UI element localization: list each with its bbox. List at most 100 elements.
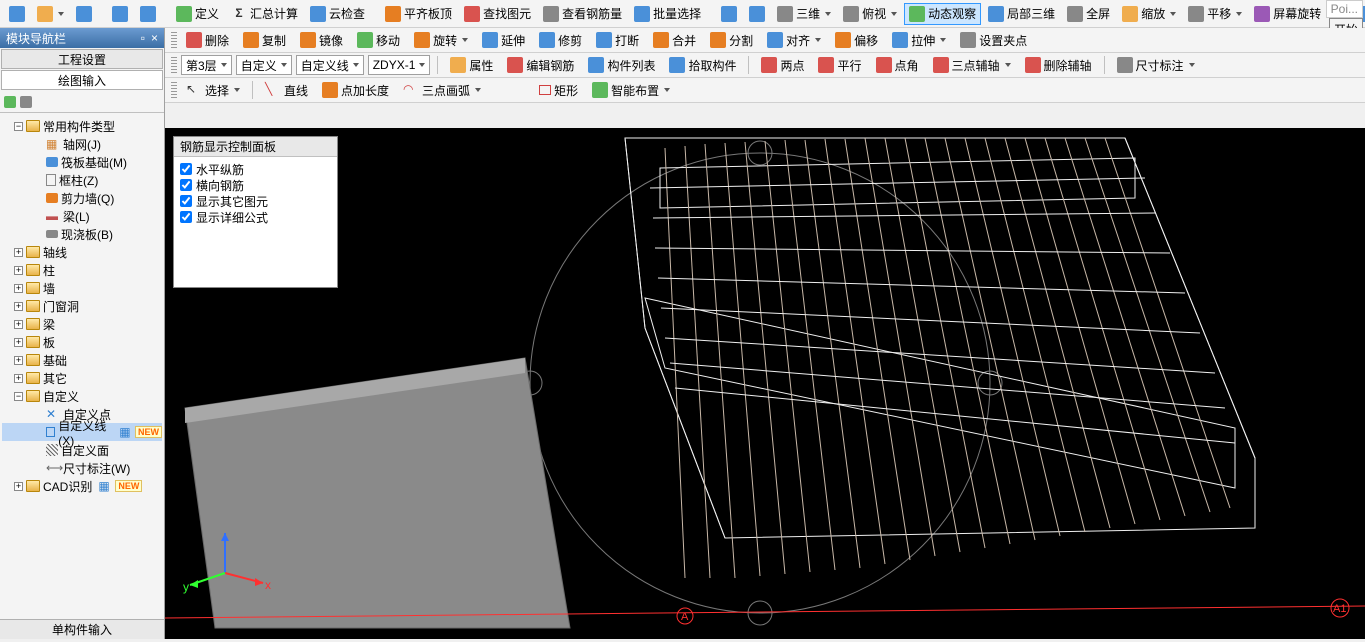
setpoint-button[interactable]: 设置夹点	[955, 29, 1032, 51]
expand-icon[interactable]: +	[14, 374, 23, 383]
expand-icon[interactable]: +	[14, 248, 23, 257]
properties-button[interactable]: 属性	[445, 54, 498, 76]
expand-icon[interactable]: +	[14, 338, 23, 347]
new-file-button[interactable]	[4, 3, 30, 25]
tree-axis[interactable]: +轴线	[2, 243, 162, 261]
pin-icon[interactable]: ▫	[141, 31, 145, 45]
tree-door[interactable]: +门窗洞	[2, 297, 162, 315]
grip-icon[interactable]	[171, 57, 177, 73]
mirror-button[interactable]: 镜像	[295, 29, 348, 51]
tab-project-settings[interactable]: 工程设置	[1, 49, 163, 69]
edit-rebar-button[interactable]: 编辑钢筋	[502, 54, 579, 76]
sum-button[interactable]: Σ汇总计算	[226, 3, 303, 25]
tab-single-component[interactable]: 单构件输入	[0, 619, 164, 639]
fullscreen-button[interactable]: 全屏	[1062, 3, 1115, 25]
undo-button[interactable]	[107, 3, 133, 25]
grip-icon[interactable]	[171, 82, 177, 98]
tree-beam2[interactable]: +梁	[2, 315, 162, 333]
expand-icon[interactable]: +	[14, 356, 23, 365]
component-list-button[interactable]: 构件列表	[583, 54, 660, 76]
collapse-icon[interactable]	[20, 96, 32, 108]
tree-beam[interactable]: ▬梁(L)	[2, 207, 162, 225]
tree-custom-face[interactable]: 自定义面	[2, 441, 162, 459]
move-button[interactable]: 移动	[352, 29, 405, 51]
tree-root[interactable]: −常用构件类型	[2, 117, 162, 135]
align-button[interactable]: 对齐	[762, 29, 826, 51]
stretch-button[interactable]: 拉伸	[887, 29, 951, 51]
zoom-button[interactable]: 缩放	[1117, 3, 1181, 25]
line-button[interactable]: ╲直线	[260, 79, 313, 101]
tree-cad[interactable]: +CAD识别▦NEW	[2, 477, 162, 495]
offset-button[interactable]: 偏移	[830, 29, 883, 51]
expand-icon[interactable]	[4, 96, 16, 108]
dimension-button[interactable]: 尺寸标注	[1112, 54, 1200, 76]
local3d-button[interactable]: 局部三维	[983, 3, 1060, 25]
copy-button[interactable]: 复制	[238, 29, 291, 51]
chk-show-formula[interactable]: 显示详细公式	[180, 209, 331, 225]
expand-icon[interactable]: +	[14, 320, 23, 329]
define-button[interactable]: 定义	[171, 3, 224, 25]
chk-horizontal-rebar[interactable]: 水平纵筋	[180, 161, 331, 177]
break-button[interactable]: 打断	[591, 29, 644, 51]
cloud-check-button[interactable]: 云检查	[305, 3, 370, 25]
save-button[interactable]	[71, 3, 97, 25]
expand-icon[interactable]: +	[14, 284, 23, 293]
open-button[interactable]	[32, 3, 69, 25]
tree-other[interactable]: +其它	[2, 369, 162, 387]
subcategory-combo[interactable]: 自定义线	[296, 55, 364, 75]
tree-plate[interactable]: +板	[2, 333, 162, 351]
rebar-display-panel[interactable]: 钢筋显示控制面板 水平纵筋 横向钢筋 显示其它图元 显示详细公式	[173, 136, 338, 288]
checkbox[interactable]	[180, 211, 192, 223]
3d-viewport[interactable]: A A1 x y 钢筋显示控制面板 水平纵筋 横向钢筋 显示其它图元 显示详细公…	[165, 128, 1365, 639]
forward-button[interactable]	[744, 3, 770, 25]
tree-wall[interactable]: +墙	[2, 279, 162, 297]
collapse-icon[interactable]: −	[14, 392, 23, 401]
checkbox[interactable]	[180, 195, 192, 207]
tree-column[interactable]: +柱	[2, 261, 162, 279]
tree-custom-dim[interactable]: ⟷尺寸标注(W)	[2, 459, 162, 477]
checkbox[interactable]	[180, 163, 192, 175]
split-button[interactable]: 分割	[705, 29, 758, 51]
back-button[interactable]	[716, 3, 742, 25]
parallel-button[interactable]: 平行	[813, 54, 866, 76]
layer-combo[interactable]: 第3层	[181, 55, 232, 75]
redo-button[interactable]	[135, 3, 161, 25]
expand-icon[interactable]: +	[14, 482, 23, 491]
delete-aux-button[interactable]: 删除辅轴	[1020, 54, 1097, 76]
batch-select-button[interactable]: 批量选择	[629, 3, 706, 25]
select-button[interactable]: ↖选择	[181, 79, 245, 101]
trim-button[interactable]: 修剪	[534, 29, 587, 51]
grip-icon[interactable]	[171, 32, 177, 48]
pick-component-button[interactable]: 拾取构件	[664, 54, 741, 76]
item-combo[interactable]: ZDYX-1	[368, 55, 431, 75]
delete-button[interactable]: 删除	[181, 29, 234, 51]
extend-button[interactable]: 延伸	[477, 29, 530, 51]
arc3-button[interactable]: ◠三点画弧	[398, 79, 486, 101]
tab-draw-input[interactable]: 绘图输入	[1, 70, 163, 90]
tree-slab[interactable]: 现浇板(B)	[2, 225, 162, 243]
expand-icon[interactable]: +	[14, 302, 23, 311]
chk-transverse-rebar[interactable]: 横向钢筋	[180, 177, 331, 193]
smart-layout-button[interactable]: 智能布置	[587, 79, 675, 101]
tree-shearwall[interactable]: 剪力墙(Q)	[2, 189, 162, 207]
tree-custom[interactable]: −自定义	[2, 387, 162, 405]
checkbox[interactable]	[180, 179, 192, 191]
point-length-button[interactable]: 点加长度	[317, 79, 394, 101]
level-top-button[interactable]: 平齐板顶	[380, 3, 457, 25]
category-combo[interactable]: 自定义	[236, 55, 292, 75]
find-element-button[interactable]: 查找图元	[459, 3, 536, 25]
orbit-button[interactable]: 动态观察	[904, 3, 981, 25]
expand-icon[interactable]: +	[14, 266, 23, 275]
rect-button[interactable]: 矩形	[534, 79, 583, 101]
chk-show-other[interactable]: 显示其它图元	[180, 193, 331, 209]
rotate-button[interactable]: 旋转	[409, 29, 473, 51]
view-rebar-button[interactable]: 查看钢筋量	[538, 3, 627, 25]
tree-foundation[interactable]: +基础	[2, 351, 162, 369]
point-angle-button[interactable]: 点角	[871, 54, 924, 76]
tree-raft[interactable]: 筏板基础(M)	[2, 153, 162, 171]
top-view-button[interactable]: 俯视	[838, 3, 902, 25]
tree-grid[interactable]: ▦轴网(J)	[2, 135, 162, 153]
merge-button[interactable]: 合并	[648, 29, 701, 51]
tree-framecol[interactable]: 框柱(Z)	[2, 171, 162, 189]
3d-button[interactable]: 三维	[772, 3, 836, 25]
